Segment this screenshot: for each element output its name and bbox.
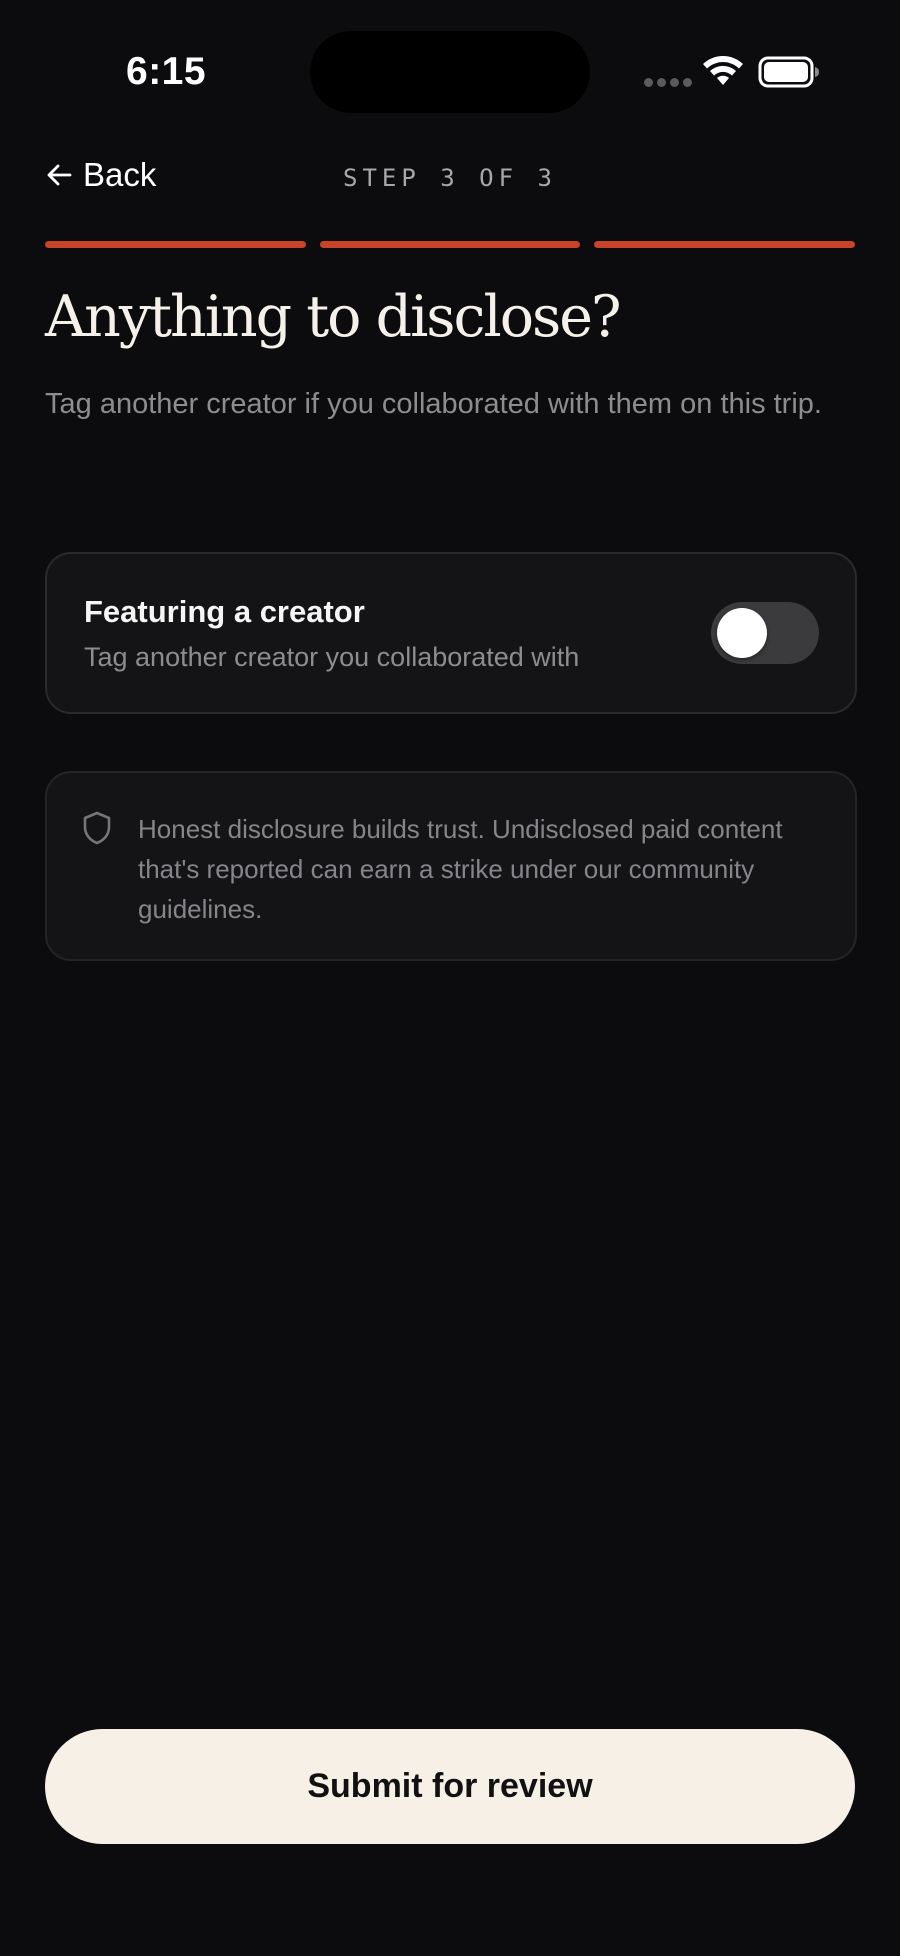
status-bar: 6:15 (0, 0, 900, 150)
disclosure-notice-text: Honest disclosure builds trust. Undisclo… (138, 814, 783, 924)
progress-segment-2 (319, 241, 581, 248)
progress-segment-3 (594, 241, 856, 248)
battery-icon (758, 56, 819, 88)
submit-for-review-button[interactable]: Submit for review (45, 1729, 855, 1844)
progress-segment-1 (45, 241, 306, 248)
disclosure-notice: Honest disclosure builds trust. Undisclo… (45, 771, 857, 961)
featuring-creator-title: Featuring a creator (84, 594, 365, 629)
progress-bar (45, 241, 856, 249)
wifi-icon (703, 56, 743, 85)
featuring-creator-toggle[interactable] (711, 602, 819, 664)
page-subtitle: Tag another creator if you collaborated … (45, 388, 822, 420)
page-title: Anything to disclose? (45, 284, 622, 350)
dynamic-island (310, 31, 590, 113)
shield-icon (83, 811, 111, 845)
nav-row: Back STEP 3 OF 3 (0, 150, 900, 210)
featuring-creator-description: Tag another creator you collaborated wit… (84, 642, 580, 672)
toggle-knob (717, 608, 767, 658)
signal-dots-icon (644, 78, 692, 87)
featuring-creator-card: Featuring a creator Tag another creator … (45, 552, 857, 714)
step-indicator: STEP 3 OF 3 (343, 164, 557, 192)
back-button[interactable]: Back (45, 156, 156, 194)
back-label: Back (83, 156, 157, 193)
status-time: 6:15 (126, 50, 207, 93)
arrow-left-icon (47, 164, 72, 186)
